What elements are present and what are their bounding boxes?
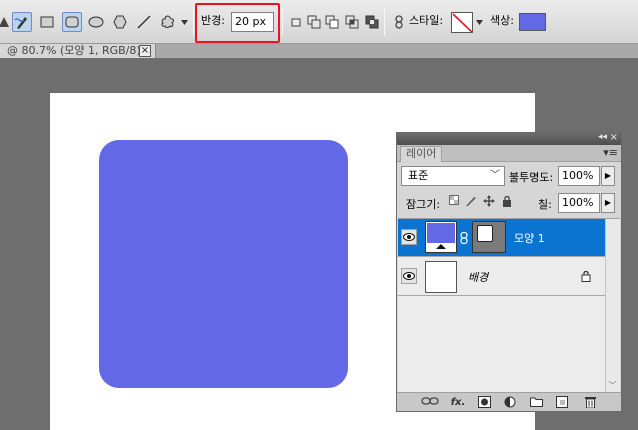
blend-mode-select[interactable]: 표준 ﹀ <box>401 166 505 186</box>
new-shape-layer-icon[interactable] <box>286 12 306 32</box>
panel-menu-icon[interactable]: ▾≡ <box>603 146 618 159</box>
ellipse-tool-icon[interactable] <box>86 12 106 32</box>
document-tab-bar: @ 80.7% (모양 1, RGB/8) * × <box>0 44 638 58</box>
subtract-from-shape-area-icon[interactable] <box>322 12 342 32</box>
new-layer-icon[interactable] <box>555 396 569 409</box>
opacity-input[interactable]: 100% <box>558 166 600 186</box>
radius-highlight-box <box>195 3 280 43</box>
close-icon[interactable]: × <box>610 132 618 143</box>
panel-bottom-toolbar: fx. <box>397 392 621 411</box>
layer-name: 배경 <box>468 271 489 284</box>
layer-row-background[interactable]: 배경 <box>398 258 605 296</box>
close-icon[interactable]: × <box>139 45 151 57</box>
panel-tab-row: 레이어 ▾≡ <box>397 145 621 162</box>
options-bar: 반경: 20 px 스타일: 색상: <box>0 0 638 44</box>
custom-shape-tool-icon[interactable] <box>158 12 178 32</box>
separator <box>282 8 283 36</box>
new-group-folder-icon[interactable] <box>529 396 543 409</box>
lock-position-icon[interactable] <box>483 195 495 207</box>
opacity-label: 불투명도: <box>509 171 554 184</box>
layer-list: 모양 1 배경 ﹀ <box>398 218 620 396</box>
link-chain-icon[interactable] <box>389 12 409 32</box>
layer-list-scrollbar[interactable]: ﹀ <box>605 219 619 396</box>
separator <box>193 8 194 36</box>
lock-transparent-pixels-icon[interactable] <box>448 195 460 207</box>
panel-title-bar[interactable]: ◂◂ × <box>397 132 621 145</box>
layer-name: 모양 1 <box>514 232 545 245</box>
style-picker[interactable] <box>451 12 473 33</box>
fill-label: 칠: <box>538 198 552 211</box>
rounded-rectangle-tool-icon[interactable] <box>62 12 82 32</box>
rounded-rectangle-shape[interactable] <box>99 140 348 388</box>
opacity-slider-arrow-icon[interactable]: ▶ <box>601 166 615 186</box>
document-tab-title: @ 80.7% (모양 1, RGB/8) * <box>7 44 150 57</box>
separator <box>384 8 385 36</box>
layers-panel: ◂◂ × 레이어 ▾≡ 표준 ﹀ 불투명도: 100% ▶ 잠그기: 칠: 10… <box>396 132 622 412</box>
style-label: 스타일: <box>409 14 444 27</box>
collapse-panel-icon[interactable]: ◂◂ <box>598 132 607 142</box>
color-label: 색상: <box>490 14 514 27</box>
layer-row-shape-1[interactable]: 모양 1 <box>398 219 605 257</box>
chevron-down-icon: ﹀ <box>490 170 500 181</box>
visibility-eye-icon[interactable] <box>401 268 417 284</box>
vector-mask-thumbnail[interactable] <box>472 221 506 253</box>
intersect-shape-areas-icon[interactable] <box>342 12 362 32</box>
lock-label: 잠그기: <box>406 198 441 211</box>
shape-picker-dropdown-icon[interactable] <box>178 12 190 32</box>
exclude-overlapping-shape-areas-icon[interactable] <box>362 12 382 32</box>
lock-icon <box>581 270 591 282</box>
rectangle-tool-icon[interactable] <box>37 12 57 32</box>
delete-layer-trash-icon[interactable] <box>583 396 597 409</box>
lock-all-icon[interactable] <box>501 195 513 207</box>
fill-input[interactable]: 100% <box>558 193 600 213</box>
line-tool-icon[interactable] <box>134 12 154 32</box>
style-dropdown-icon[interactable] <box>473 12 485 32</box>
blend-mode-value: 표준 <box>408 169 429 182</box>
link-chain-icon[interactable] <box>460 231 468 245</box>
new-adjustment-layer-icon[interactable] <box>503 396 517 409</box>
freeform-pen-tool-icon[interactable] <box>12 12 32 32</box>
document-tab[interactable]: @ 80.7% (모양 1, RGB/8) * × <box>0 44 156 58</box>
shape-layer-thumbnail[interactable] <box>425 221 457 253</box>
color-swatch[interactable] <box>519 13 546 31</box>
shape-fill-swatch <box>427 223 455 243</box>
vector-mask-shape <box>477 225 493 242</box>
fill-adjust-icon <box>436 244 446 249</box>
link-layers-icon[interactable] <box>421 396 439 409</box>
add-layer-mask-icon[interactable] <box>477 396 491 409</box>
fill-slider-arrow-icon[interactable]: ▶ <box>601 193 615 213</box>
tab-layers[interactable]: 레이어 <box>400 146 442 162</box>
polygon-tool-icon[interactable] <box>110 12 130 32</box>
background-layer-thumbnail[interactable] <box>425 261 457 293</box>
visibility-eye-icon[interactable] <box>401 229 417 245</box>
layer-style-fx-icon[interactable]: fx. <box>449 396 467 409</box>
add-to-shape-area-icon[interactable] <box>304 12 324 32</box>
lock-image-pixels-icon[interactable] <box>465 195 477 207</box>
